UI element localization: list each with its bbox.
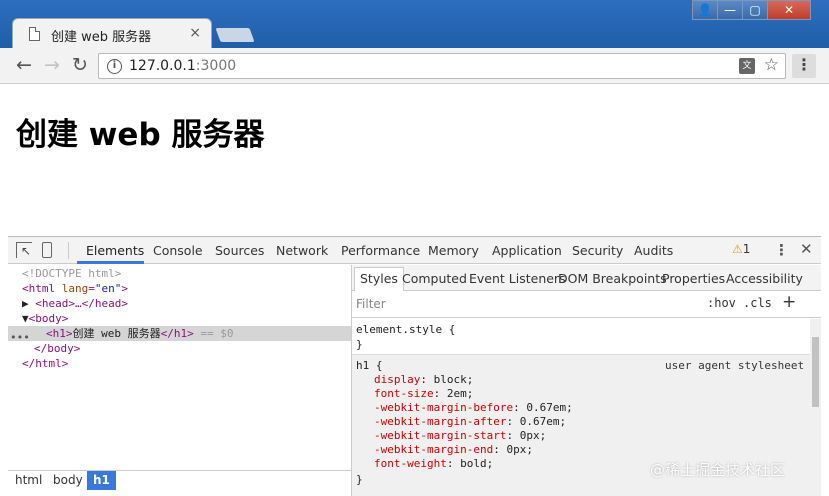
styles-tab-bar: Styles Computed Event Listeners DOM Brea… — [352, 265, 821, 291]
dom-body-open[interactable]: ▼<body> — [22, 311, 68, 326]
collapse-arrow-icon[interactable]: ▼ — [22, 312, 29, 325]
close-window-button[interactable]: ✕ — [767, 0, 811, 20]
tab-dom-breakpoints[interactable]: DOM Breakpoints — [558, 271, 667, 286]
info-icon[interactable]: i — [107, 59, 122, 74]
styles-filter-row: Filter :hov .cls + — [352, 292, 821, 318]
maximize-button[interactable]: ▢ — [742, 0, 768, 20]
css-property[interactable]: -webkit-margin-start: 0px; — [374, 429, 546, 443]
dom-body-close[interactable]: </body> — [34, 341, 80, 356]
tab-audits[interactable]: Audits — [634, 243, 673, 258]
divider — [68, 242, 69, 259]
tab-application[interactable]: Application — [492, 243, 562, 258]
browser-tab[interactable]: 创建 web 服务器 × — [12, 18, 212, 48]
new-tab-button[interactable] — [215, 28, 255, 42]
css-property[interactable]: -webkit-margin-end: 0px; — [374, 443, 533, 457]
url-text: 127.0.0.1:3000 — [129, 58, 237, 74]
element-style-rule: element.style { } — [352, 319, 821, 355]
scrollbar-thumb[interactable] — [812, 337, 819, 407]
warnings-counter[interactable]: ⚠1 — [732, 242, 750, 256]
warning-icon: ⚠ — [732, 242, 743, 256]
browser-toolbar: ← → ↻ i 127.0.0.1:3000 文 ☆ ⋮ — [0, 48, 829, 84]
styles-scrollbar[interactable] — [810, 319, 821, 496]
new-style-rule-icon[interactable]: + — [782, 292, 796, 312]
page-icon — [29, 27, 40, 41]
profile-icon[interactable]: 👤 — [692, 0, 718, 20]
css-property[interactable]: font-weight: bold; — [374, 457, 493, 471]
tab-console[interactable]: Console — [153, 243, 203, 258]
tab-styles[interactable]: Styles — [354, 267, 404, 291]
devtools-tab-bar: Elements Console Sources Network Perform… — [8, 237, 821, 264]
breadcrumb-body[interactable]: body — [53, 473, 83, 487]
styles-filter-input[interactable]: Filter — [356, 297, 386, 311]
breadcrumb-h1[interactable]: h1 — [87, 471, 116, 490]
devtools-panel: Elements Console Sources Network Perform… — [8, 236, 821, 496]
title-bar: 创建 web 服务器 × 👤 — ▢ ✕ — [0, 0, 829, 48]
active-tab-indicator — [77, 261, 144, 264]
tab-memory[interactable]: Memory — [428, 243, 479, 258]
expand-arrow-icon[interactable]: ▶ — [22, 297, 29, 310]
tab-sources[interactable]: Sources — [215, 243, 264, 258]
element-style-selector[interactable]: element.style { — [356, 323, 455, 337]
inspect-element-icon[interactable] — [16, 242, 32, 258]
tab-security[interactable]: Security — [572, 243, 623, 258]
dom-h1-selected[interactable]: <h1>创建 web 服务器</h1> == $0 — [8, 326, 351, 341]
tab-performance[interactable]: Performance — [341, 243, 420, 258]
rule-close-brace: } — [356, 338, 363, 351]
forward-arrow-icon[interactable]: → — [44, 54, 60, 76]
dom-html-open[interactable]: <html lang="en"> — [22, 281, 128, 296]
breadcrumb-html[interactable]: html — [15, 473, 42, 487]
more-options-icon[interactable]: ••• — [10, 331, 30, 344]
minimize-button[interactable]: — — [717, 0, 743, 20]
css-property[interactable]: display: block; — [374, 373, 473, 387]
tab-computed[interactable]: Computed — [402, 271, 467, 286]
reload-icon[interactable]: ↻ — [72, 54, 88, 76]
cls-toggle[interactable]: .cls — [743, 296, 772, 310]
browser-menu-icon[interactable]: ⋮ — [792, 54, 816, 78]
back-arrow-icon[interactable]: ← — [16, 54, 32, 76]
hov-toggle[interactable]: :hov — [707, 296, 736, 310]
watermark: @稀土掘金技术社区 — [650, 461, 786, 479]
tab-accessibility[interactable]: Accessibility — [726, 271, 803, 286]
tab-properties[interactable]: Properties — [662, 271, 725, 286]
close-devtools-icon[interactable]: ✕ — [800, 240, 813, 258]
rule-close-brace: } — [356, 473, 363, 486]
tab-elements[interactable]: Elements — [86, 243, 144, 258]
address-bar[interactable]: i 127.0.0.1:3000 文 ☆ — [98, 53, 786, 79]
dom-head[interactable]: ▶ <head>…</head> — [22, 296, 128, 311]
dom-tree: <!DOCTYPE html> <html lang="en"> ▶ <head… — [8, 265, 351, 470]
dom-doctype[interactable]: <!DOCTYPE html> — [22, 266, 121, 281]
device-toolbar-icon[interactable] — [42, 242, 52, 258]
css-property[interactable]: font-size: 2em; — [374, 387, 473, 401]
css-property[interactable]: -webkit-margin-after: 0.67em; — [374, 415, 566, 429]
h1-selector[interactable]: h1 { — [356, 359, 383, 373]
web-page: 创建 web 服务器 — [0, 85, 829, 236]
tab-close-icon[interactable]: × — [189, 25, 201, 41]
tab-title: 创建 web 服务器 — [51, 30, 152, 45]
tab-network[interactable]: Network — [276, 243, 328, 258]
tab-event-listeners[interactable]: Event Listeners — [469, 271, 566, 286]
css-property[interactable]: -webkit-margin-before: 0.67em; — [374, 401, 573, 415]
user-agent-label: user agent stylesheet — [665, 359, 805, 372]
dom-html-close[interactable]: </html> — [22, 356, 68, 371]
devtools-menu-icon[interactable]: ⋮ — [774, 241, 789, 259]
browser-window: 创建 web 服务器 × 👤 — ▢ ✕ ← → ↻ i 127.0.0.1:3… — [0, 0, 829, 496]
bookmark-star-icon[interactable]: ☆ — [764, 55, 779, 75]
translate-icon[interactable]: 文 — [739, 58, 755, 74]
page-heading: 创建 web 服务器 — [16, 117, 265, 153]
window-controls: 👤 — ▢ ✕ — [692, 0, 811, 22]
breadcrumb: html body h1 — [8, 470, 351, 490]
